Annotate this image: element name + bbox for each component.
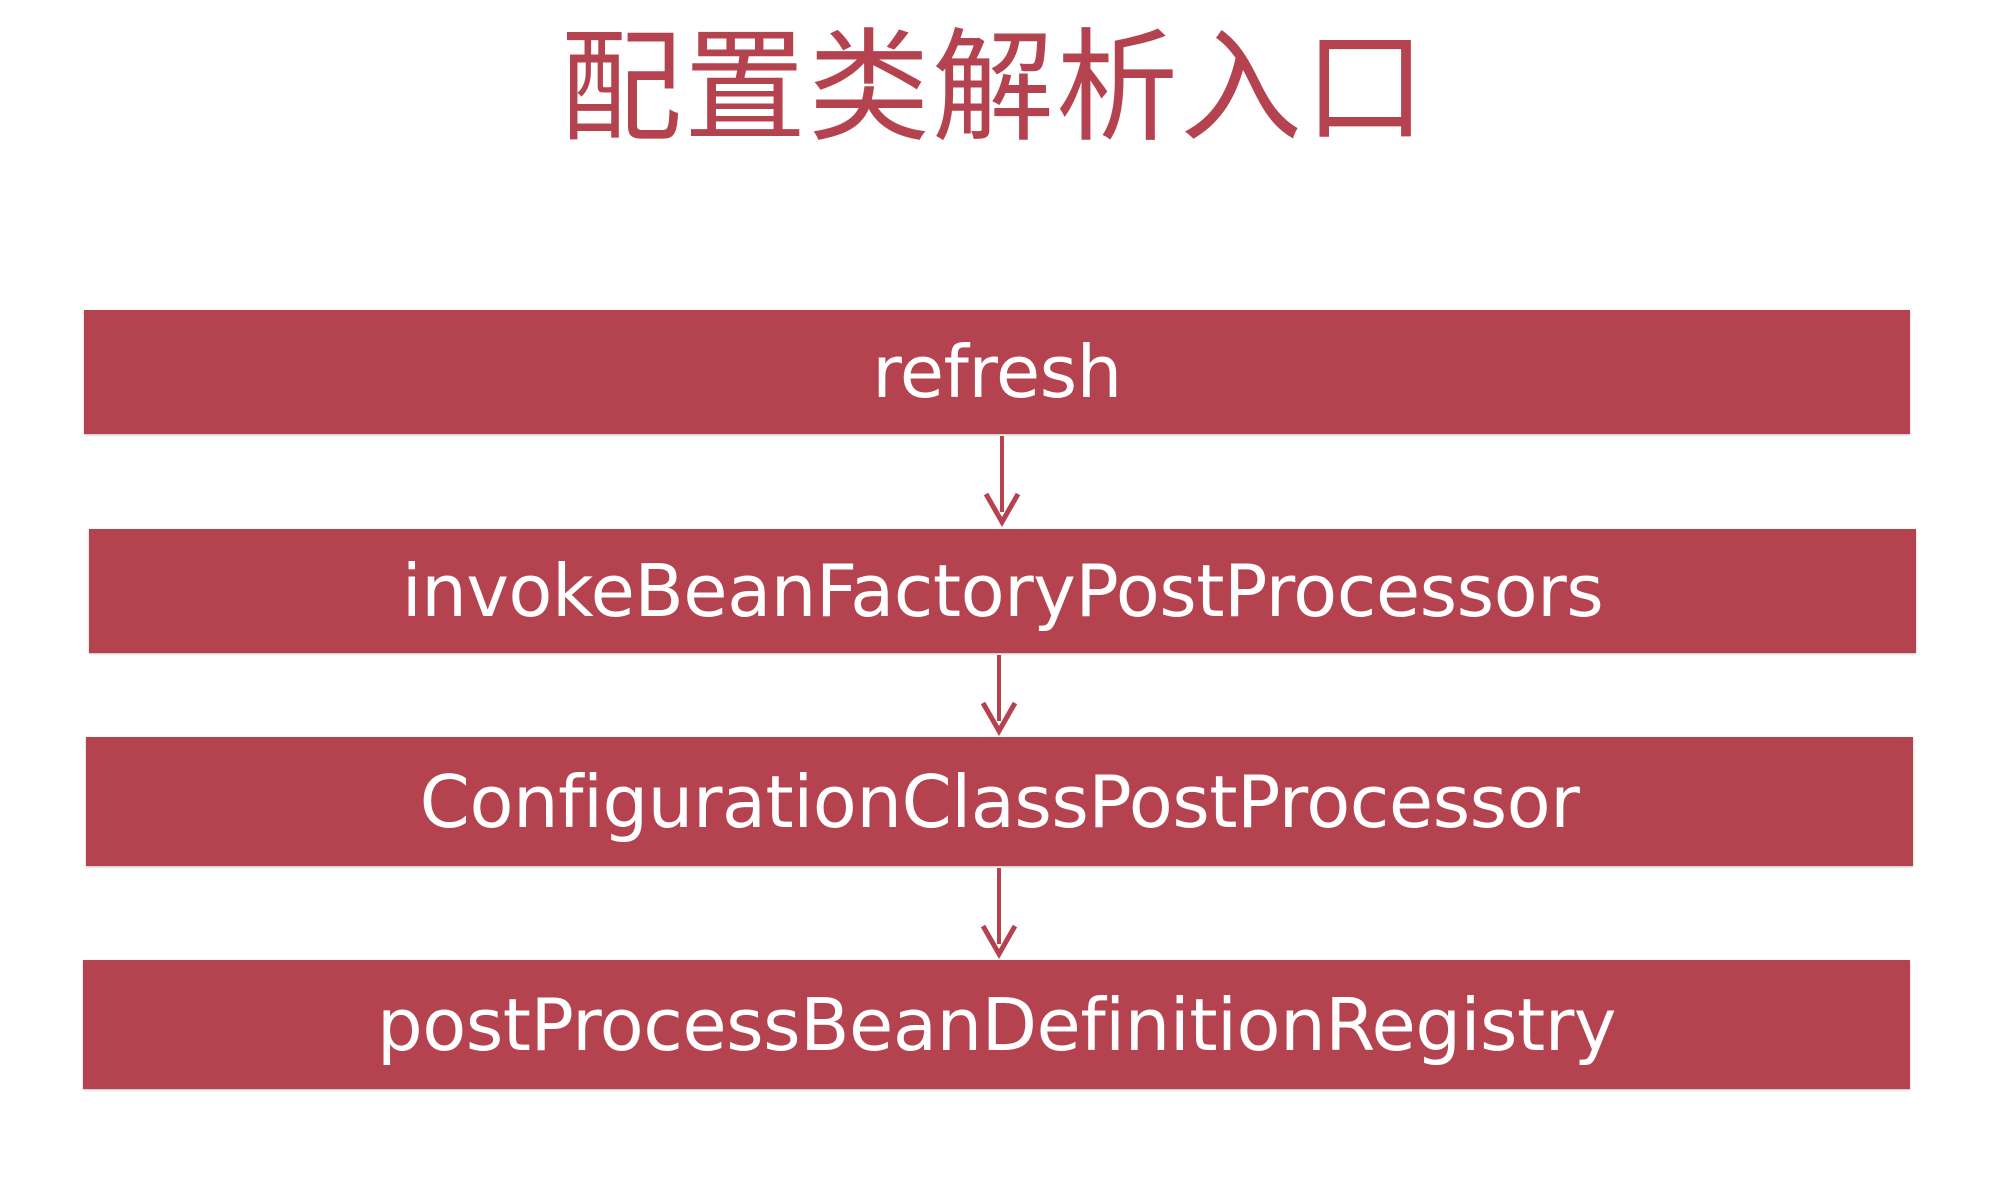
flow-step-label: postProcessBeanDefinitionRegistry <box>377 982 1616 1067</box>
arrow-down-icon <box>980 868 1018 960</box>
flow-step-label: refresh <box>872 330 1122 414</box>
flow-step-label: ConfigurationClassPostProcessor <box>419 759 1580 844</box>
flow-step-refresh: refresh <box>84 310 1910 434</box>
page-title: 配置类解析入口 <box>560 17 1428 159</box>
flow-step-invoke-bean-factory-post-processors: invokeBeanFactoryPostProcessors <box>89 529 1916 653</box>
flow-step-label: invokeBeanFactoryPostProcessors <box>401 549 1604 633</box>
flow-step-post-process-bean-definition-registry: postProcessBeanDefinitionRegistry <box>83 960 1910 1089</box>
arrow-down-icon <box>980 655 1018 737</box>
flow-step-configuration-class-post-processor: ConfigurationClassPostProcessor <box>86 737 1913 866</box>
arrow-down-icon <box>983 436 1021 528</box>
